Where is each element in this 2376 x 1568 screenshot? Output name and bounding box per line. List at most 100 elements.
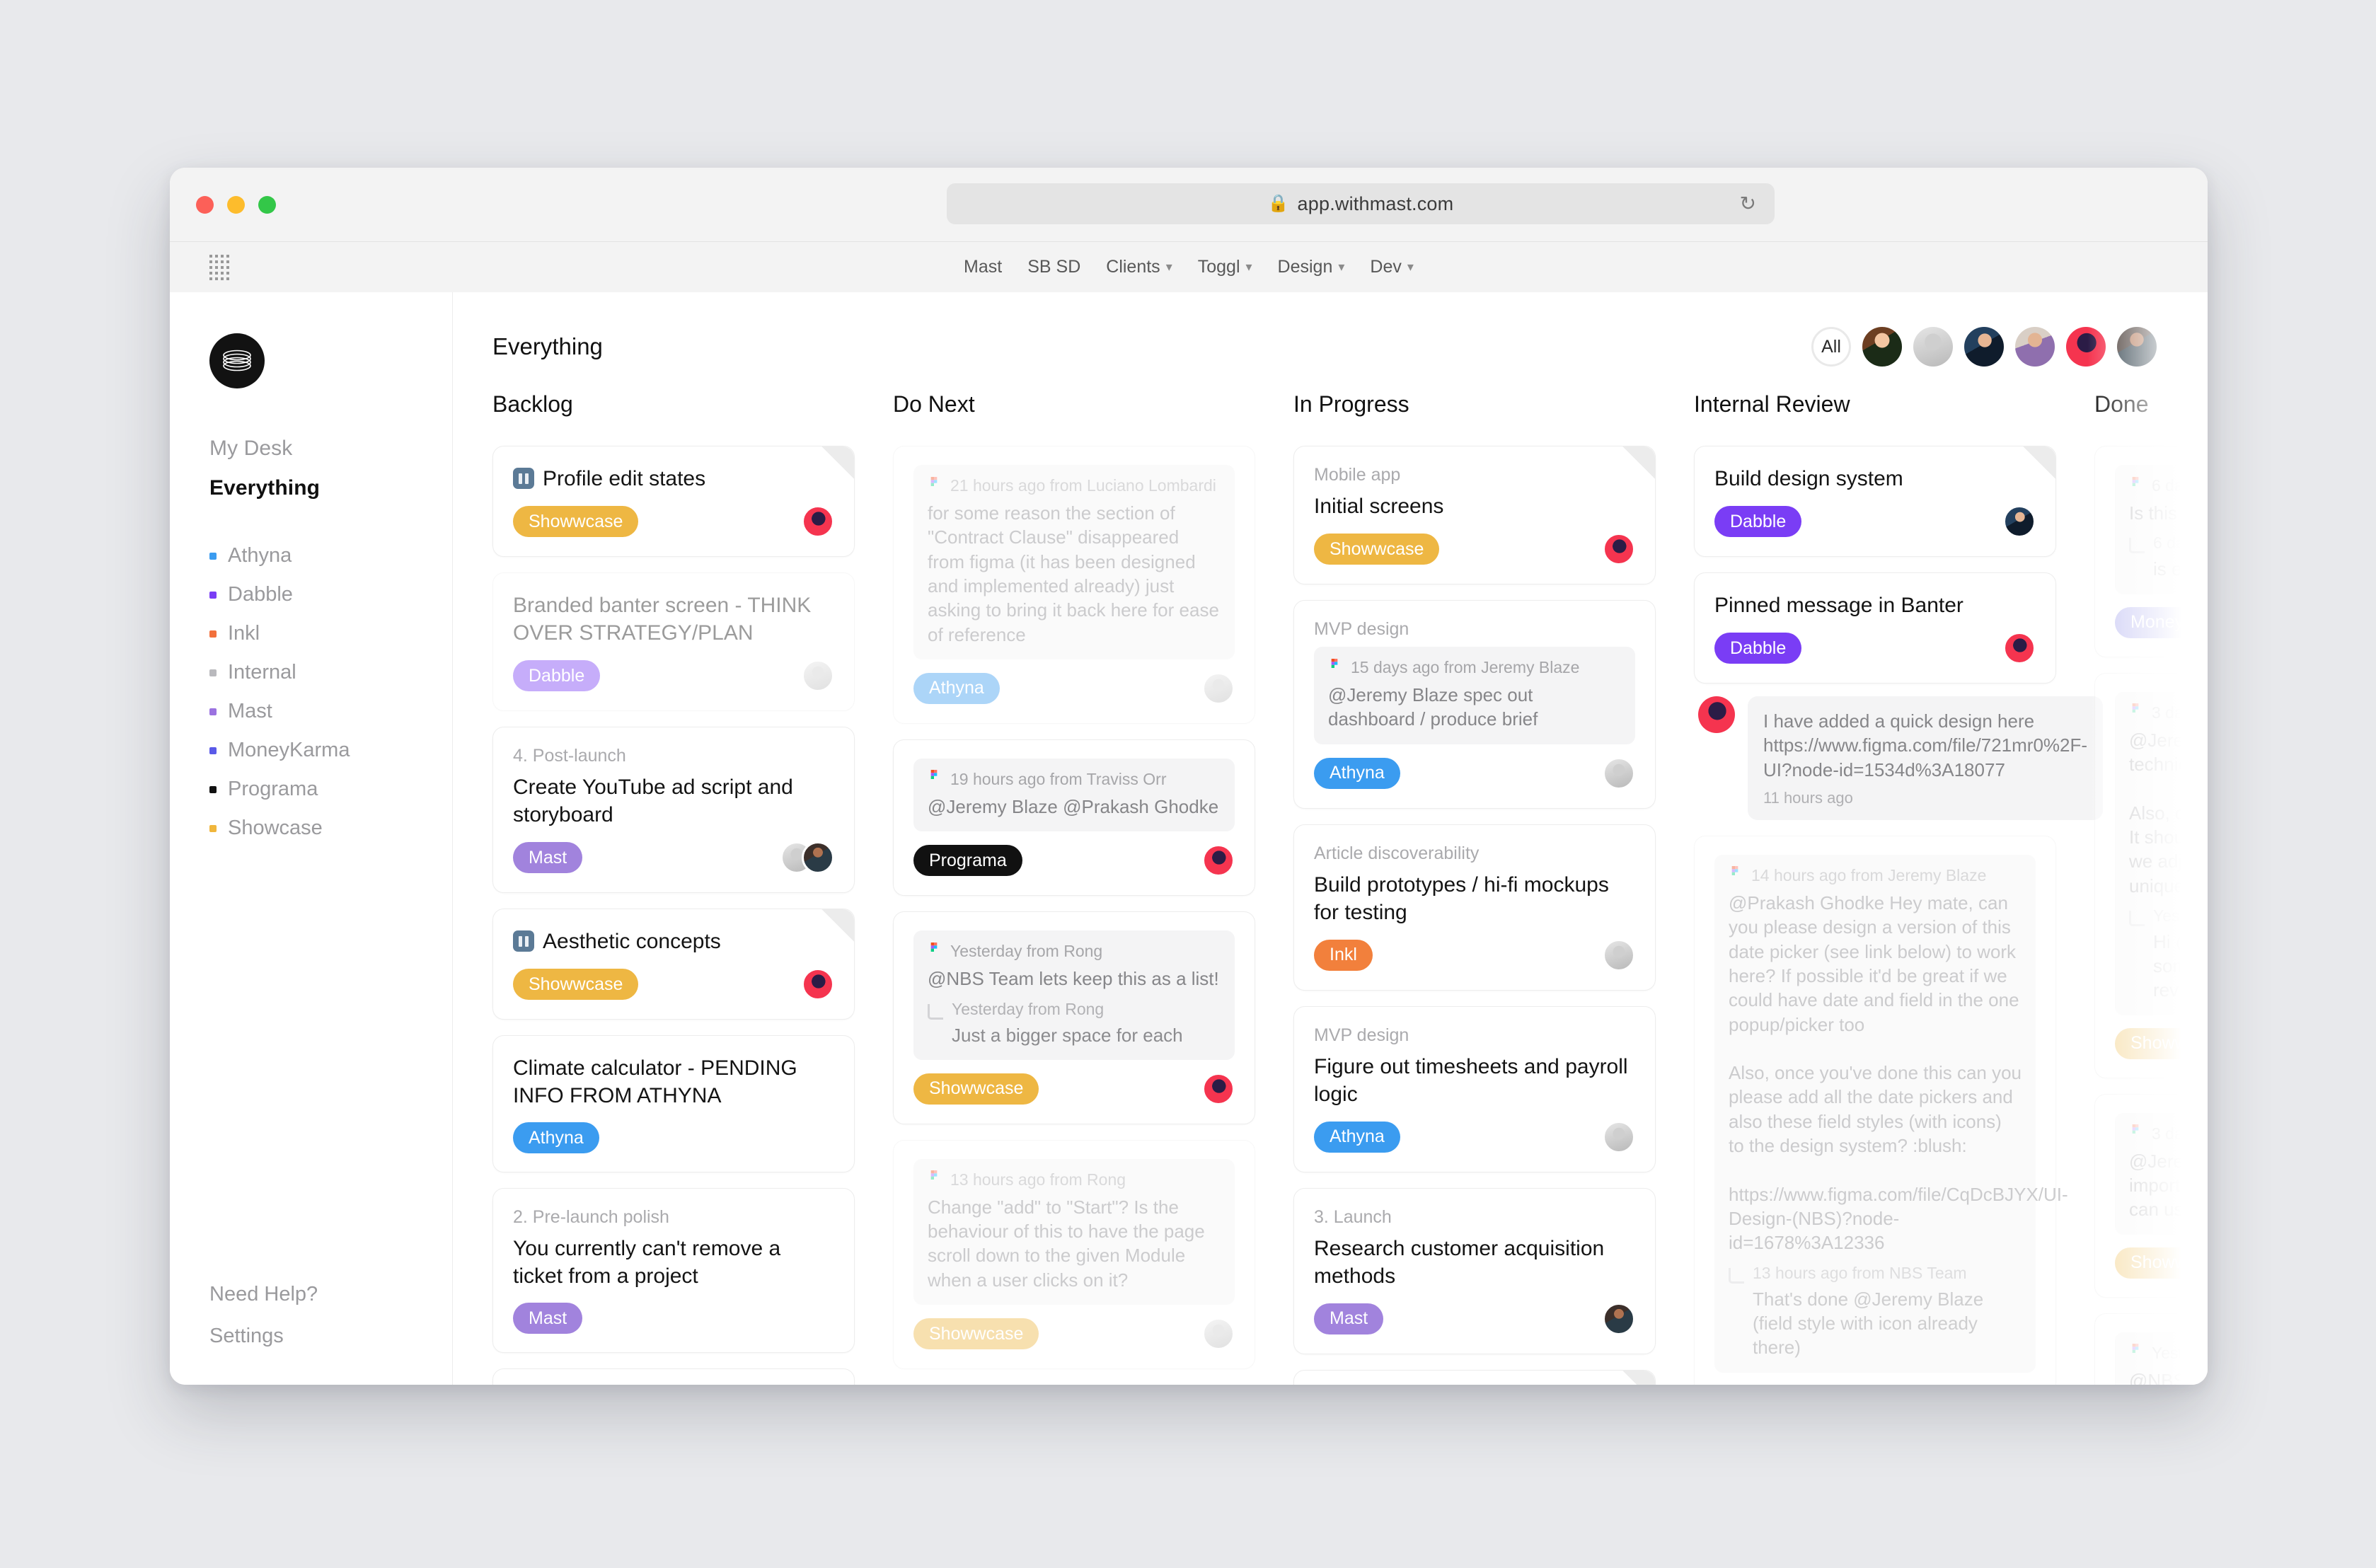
board-card[interactable]: Aesthetic concepts Showwcase: [492, 909, 855, 1020]
mast-logo-icon[interactable]: [209, 333, 265, 388]
board-card[interactable]: Pinned message in Banter Dabble: [1694, 572, 2056, 684]
board-card[interactable]: Profile edit states Showwcase: [492, 446, 855, 557]
card-tag-badge[interactable]: Inkl: [1314, 939, 1373, 971]
board-card[interactable]: MVP design Figure out timesheets and payr…: [1293, 1005, 1656, 1172]
board-card[interactable]: Yesterday from Rong @NBS Team: [2094, 1313, 2208, 1385]
card-tag-badge[interactable]: Athyna: [1314, 757, 1400, 789]
board-card[interactable]: 13 hours ago from Rong Change "add" to "S…: [893, 1139, 1255, 1370]
card-tag-badge[interactable]: Mast: [1314, 1303, 1384, 1334]
board-card[interactable]: Site PolishConnect mailchimp subscriptio…: [492, 1368, 855, 1385]
sidebar-project-showcase[interactable]: Showcase: [209, 817, 452, 840]
board-card[interactable]: 2. Pre-launch polish You currently can't …: [492, 1188, 855, 1353]
board-card[interactable]: 21 hours ago from Luciano Lombardi for so…: [893, 446, 1255, 724]
assignee-avatar[interactable]: [1202, 1318, 1235, 1351]
sidebar-item-everything[interactable]: Everything: [209, 476, 452, 500]
board-card[interactable]: Mobile app Initial screens Showwcase: [1293, 446, 1656, 584]
minimize-window-icon[interactable]: [227, 195, 245, 214]
board-card[interactable]: 14 hours ago from Jeremy Blaze @Prakash G…: [1694, 835, 2068, 1385]
assignee-avatar[interactable]: [802, 841, 834, 874]
board-card[interactable]: 6 days ago from Rong Is this hardcoded? 6 …: [2094, 446, 2208, 657]
sidebar-project-moneykarma[interactable]: MoneyKarma: [209, 739, 452, 762]
card-tag-badge[interactable]: Dabble: [1714, 506, 1802, 537]
board-card[interactable]: 3 days ago from Rong @Jeremy Blaze this i…: [2094, 672, 2208, 1078]
assignee-avatar[interactable]: [802, 505, 834, 538]
board-card[interactable]: 3 days ago from Rong @Jeremy Blaze these …: [2094, 1093, 2208, 1298]
card-tag-badge[interactable]: MoneyKarma: [2115, 606, 2208, 638]
filter-avatar[interactable]: [1964, 327, 2004, 367]
sidebar-project-internal[interactable]: Internal: [209, 661, 452, 684]
address-bar[interactable]: 🔒 app.withmast.com ↻: [947, 183, 1775, 224]
card-tag-badge[interactable]: Showwcase: [913, 1073, 1039, 1105]
bookmark-item-clients[interactable]: Clients ▾: [1106, 257, 1172, 277]
filter-avatar[interactable]: [1913, 327, 1953, 367]
card-tag-badge[interactable]: Dabble: [1714, 633, 1802, 664]
card-tag-badge[interactable]: Programa: [913, 845, 1022, 877]
message-body: @Jeremy Blaze @Prakash Ghodke: [928, 795, 1219, 817]
board-card[interactable]: Build design system Dabble: [1694, 446, 2056, 557]
filter-avatar[interactable]: [1862, 327, 1902, 367]
assignee-avatar[interactable]: [1603, 938, 1635, 972]
filter-all-button[interactable]: All: [1811, 327, 1851, 367]
reload-icon[interactable]: ↻: [1740, 194, 1756, 214]
sidebar-project-programa[interactable]: Programa: [209, 778, 452, 801]
card-title-text: Initial screens: [1314, 495, 1444, 518]
close-window-icon[interactable]: [196, 195, 214, 214]
bookmark-item-toggl[interactable]: Toggl ▾: [1198, 257, 1252, 277]
card-tag-badge[interactable]: Showwcase: [913, 1318, 1039, 1350]
filter-avatar[interactable]: [2015, 327, 2055, 367]
assignee-avatar[interactable]: [1202, 1072, 1235, 1105]
assignee-avatar[interactable]: [1202, 671, 1235, 705]
filter-avatar[interactable]: [2117, 327, 2157, 367]
assignee-avatar[interactable]: [1202, 844, 1235, 877]
card-title-text: Build prototypes / hi-fi mockups for tes…: [1314, 872, 1609, 924]
sidebar-item-my-desk[interactable]: My Desk: [209, 437, 452, 461]
filter-avatar[interactable]: [2066, 327, 2106, 367]
bookmark-item-sb-sd[interactable]: SB SD: [1027, 257, 1080, 277]
board-card[interactable]: Article discoverability Build prototypes …: [1293, 824, 1656, 991]
card-tag-badge[interactable]: Showwcase: [513, 969, 639, 1000]
assignee-avatar[interactable]: [1603, 1120, 1635, 1153]
assignee-avatar[interactable]: [1603, 1302, 1635, 1335]
card-title-text: Create YouTube ad script and storyboard: [513, 776, 793, 826]
assignee-avatar[interactable]: [802, 968, 834, 1001]
assignee-avatar[interactable]: [802, 659, 834, 692]
card-tag-badge[interactable]: Mast: [513, 842, 583, 873]
bookmark-item-mast[interactable]: Mast: [964, 257, 1002, 277]
card-tag-badge[interactable]: Athyna: [913, 672, 1000, 704]
board-card[interactable]: Branded banter screen - THINK OVER STRAT…: [492, 572, 855, 711]
card-tag-badge[interactable]: Showwcase: [513, 506, 639, 537]
sidebar-item-settings[interactable]: Settings: [209, 1325, 318, 1348]
sidebar-project-inkl[interactable]: Inkl: [209, 622, 452, 645]
apps-grid-icon[interactable]: [209, 254, 229, 280]
floating-comment[interactable]: I have added a quick design here https:/…: [1694, 696, 2104, 820]
board-card[interactable]: Yesterday from Rong @NBS Team lets keep t…: [893, 911, 1255, 1124]
card-title-text: Aesthetic concepts: [543, 930, 721, 953]
window-controls[interactable]: [196, 195, 276, 214]
card-tag-badge[interactable]: Mast: [513, 1303, 583, 1334]
card-tag-badge[interactable]: Athyna: [513, 1122, 599, 1153]
sidebar-project-mast[interactable]: Mast: [209, 700, 452, 723]
sidebar-item-need-help[interactable]: Need Help?: [209, 1283, 318, 1306]
sidebar-project-dabble[interactable]: Dabble: [209, 583, 452, 606]
bookmark-item-dev[interactable]: Dev ▾: [1370, 257, 1414, 277]
card-tag-badge[interactable]: Athyna: [1314, 1121, 1400, 1153]
assignee-avatar[interactable]: [1603, 756, 1635, 790]
assignee-avatar[interactable]: [1603, 533, 1635, 565]
board-card[interactable]: 19 hours ago from Traviss Orr @Jeremy Bla…: [893, 739, 1255, 897]
assignee-avatar[interactable]: [2003, 505, 2036, 538]
board-card[interactable]: 3. Launch Research customer acquisition m…: [1293, 1187, 1656, 1354]
assignee-avatar[interactable]: [2003, 632, 2036, 664]
maximize-window-icon[interactable]: [258, 195, 276, 214]
board-card[interactable]: 4. Post-launch Create YouTube ad script a…: [492, 727, 855, 893]
card-title: Aesthetic concepts: [513, 928, 834, 955]
message-meta: 6 days ago from Rong: [2129, 476, 2208, 495]
sidebar-project-athyna[interactable]: Athyna: [209, 544, 452, 567]
card-tag-badge[interactable]: Showwcase: [2115, 1247, 2208, 1279]
board-card[interactable]: 2. Pre-launch polishMobile friendlyMast: [1293, 1369, 1656, 1385]
board-card[interactable]: MVP design 15 days ago from Jeremy Blaze @…: [1293, 600, 1656, 809]
card-tag-badge[interactable]: Showwcase: [2115, 1027, 2208, 1059]
bookmark-item-design[interactable]: Design ▾: [1278, 257, 1345, 277]
card-tag-badge[interactable]: Showwcase: [1314, 534, 1440, 565]
board-card[interactable]: Climate calculator - PENDING INFO FROM A…: [492, 1035, 855, 1172]
card-tag-badge[interactable]: Dabble: [513, 660, 601, 691]
